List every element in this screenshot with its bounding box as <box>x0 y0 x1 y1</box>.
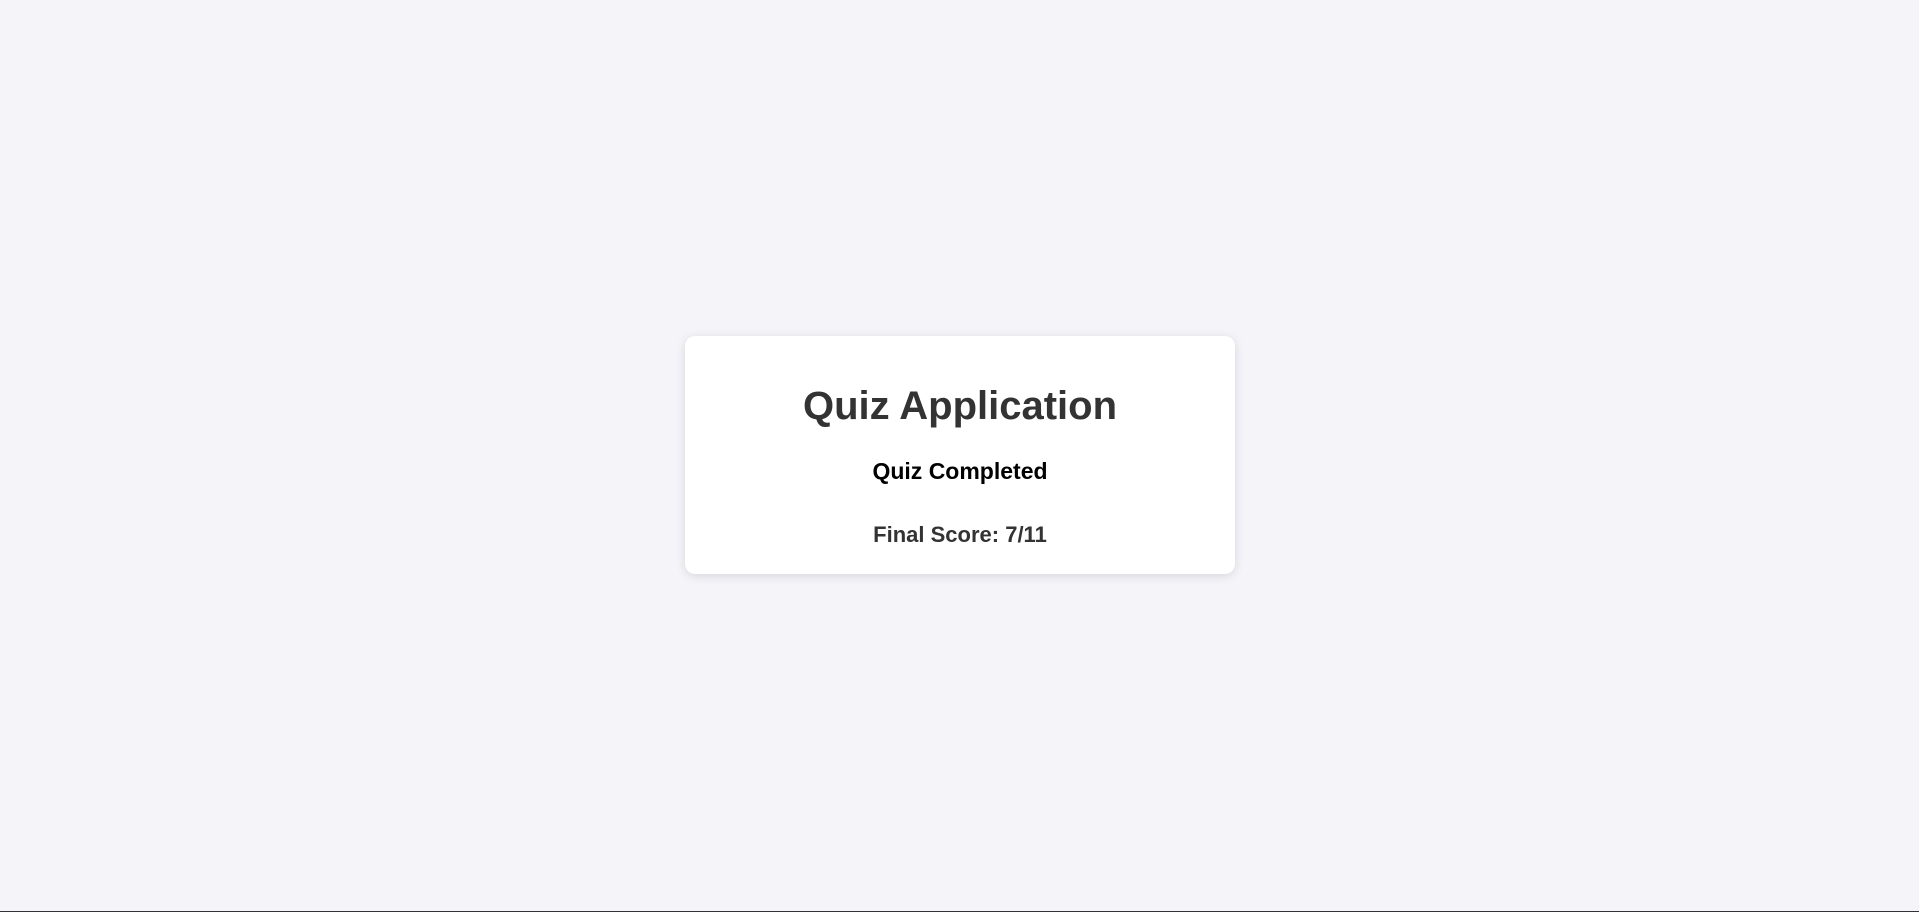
quiz-status-heading: Quiz Completed <box>872 458 1048 484</box>
final-score-text: Final Score: 7/11 <box>873 522 1047 547</box>
page-title: Quiz Application <box>802 384 1118 428</box>
quiz-result-card: Quiz Application Quiz Completed Final Sc… <box>685 336 1235 574</box>
